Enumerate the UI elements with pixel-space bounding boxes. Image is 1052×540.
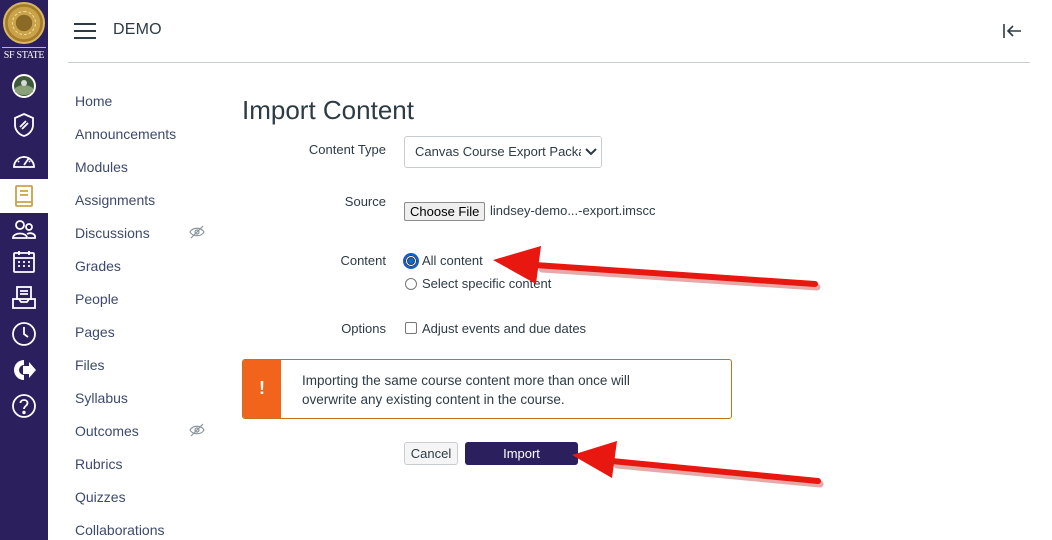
course-nav: Home Announcements Modules Assignments D… xyxy=(75,92,215,540)
adjust-dates-checkbox[interactable] xyxy=(405,322,417,334)
courses-book-icon[interactable] xyxy=(0,179,48,213)
specific-content-label[interactable]: Select specific content xyxy=(422,276,551,291)
selected-file-name: lindsey-demo...-export.imscc xyxy=(490,203,656,218)
specific-content-radio[interactable] xyxy=(405,278,417,290)
dashboard-gauge-icon[interactable] xyxy=(0,144,48,178)
inbox-icon[interactable] xyxy=(0,281,48,315)
content-label: Content xyxy=(340,253,386,268)
warning-icon: ! xyxy=(259,378,265,398)
content-type-value: Canvas Course Export Package xyxy=(415,144,600,159)
course-nav-quizzes[interactable]: Quizzes xyxy=(75,488,215,521)
course-header: DEMO xyxy=(68,0,1030,63)
course-title[interactable]: DEMO xyxy=(113,21,162,39)
options-label: Options xyxy=(341,321,386,336)
course-nav-pages[interactable]: Pages xyxy=(75,323,215,356)
commons-arrow-icon[interactable] xyxy=(0,353,48,387)
import-button[interactable]: Import xyxy=(465,442,578,465)
hamburger-icon[interactable] xyxy=(74,20,98,42)
course-nav-home[interactable]: Home xyxy=(75,92,215,125)
warning-message: Importing the same course content more t… xyxy=(302,373,630,407)
history-clock-icon[interactable] xyxy=(0,317,48,351)
course-nav-rubrics[interactable]: Rubrics xyxy=(75,455,215,488)
groups-people-icon[interactable] xyxy=(0,213,48,247)
calendar-icon[interactable] xyxy=(0,245,48,279)
admin-shield-icon[interactable] xyxy=(0,108,48,142)
course-nav-discussions[interactable]: Discussions xyxy=(75,224,215,257)
all-content-radio[interactable] xyxy=(403,253,419,269)
hidden-eye-icon xyxy=(189,423,205,437)
course-nav-modules[interactable]: Modules xyxy=(75,158,215,191)
course-nav-announcements[interactable]: Announcements xyxy=(75,125,215,158)
adjust-dates-label[interactable]: Adjust events and due dates xyxy=(422,321,586,336)
university-logo[interactable]: SF STATE xyxy=(0,0,48,64)
course-nav-collaborations[interactable]: Collaborations xyxy=(75,521,215,540)
course-nav-outcomes[interactable]: Outcomes xyxy=(75,422,215,455)
course-nav-syllabus[interactable]: Syllabus xyxy=(75,389,215,422)
content-type-label: Content Type xyxy=(308,142,386,157)
global-nav: SF STATE xyxy=(0,0,48,540)
all-content-label[interactable]: All content xyxy=(422,253,483,268)
logo-wordmark: SF STATE xyxy=(3,50,45,61)
course-nav-files[interactable]: Files xyxy=(75,356,215,389)
cancel-button[interactable]: Cancel xyxy=(404,442,458,465)
warning-alert: ! Importing the same course content more… xyxy=(242,359,732,419)
course-nav-grades[interactable]: Grades xyxy=(75,257,215,290)
content-type-select[interactable]: Canvas Course Export Package xyxy=(404,136,602,168)
source-label: Source xyxy=(344,194,386,209)
logo-divider xyxy=(2,47,46,48)
course-nav-people[interactable]: People xyxy=(75,290,215,323)
account-avatar-icon[interactable] xyxy=(0,69,48,103)
seal-detail xyxy=(12,11,36,35)
arrow-to-import xyxy=(572,441,824,488)
chevron-down-icon xyxy=(581,137,601,167)
course-nav-assignments[interactable]: Assignments xyxy=(75,191,215,224)
help-question-icon[interactable] xyxy=(0,389,48,423)
hidden-eye-icon xyxy=(189,225,205,239)
page-title: Import Content xyxy=(242,95,414,125)
choose-file-button[interactable]: Choose File xyxy=(404,202,486,221)
collapse-left-icon[interactable] xyxy=(1000,20,1024,42)
